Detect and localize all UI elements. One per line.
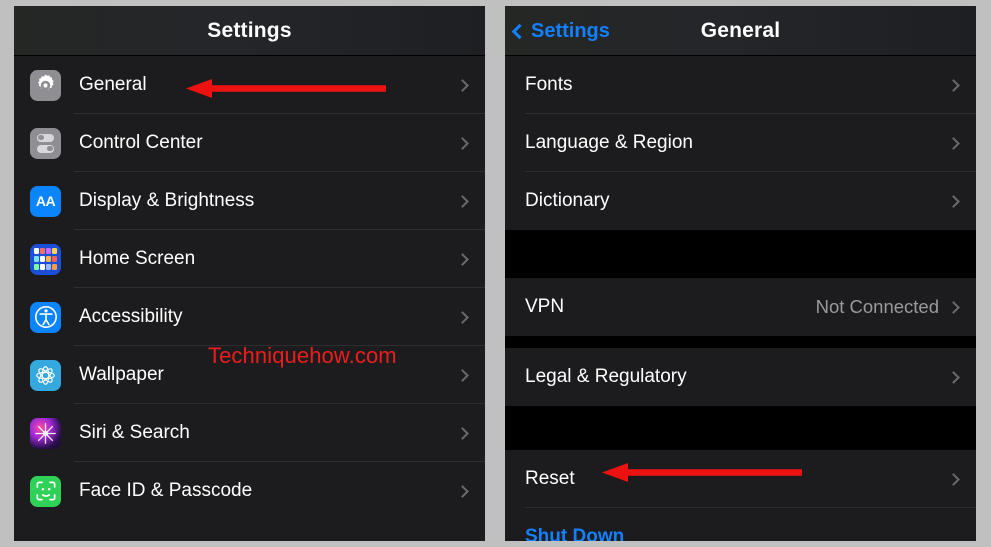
group-gap <box>505 406 976 450</box>
chevron-right-icon <box>947 78 960 92</box>
sidebar-item-label: General <box>79 74 147 95</box>
sidebar-item-label: Control Center <box>79 132 203 153</box>
list-item-label: Reset <box>525 468 575 489</box>
aa-text-icon: AA <box>30 185 61 217</box>
back-button-label: Settings <box>531 19 610 42</box>
list-item-shut-down[interactable]: Shut Down <box>505 508 976 541</box>
list-bottom-filler <box>14 520 485 541</box>
sidebar-item-siri-search[interactable]: Siri & Search <box>14 404 485 462</box>
sidebar-item-face-id-passcode[interactable]: Face ID & Passcode <box>14 462 485 520</box>
siri-icon <box>30 417 61 449</box>
group-gap <box>505 230 976 278</box>
toggles-icon <box>30 127 61 159</box>
settings-nav-bar: Settings <box>14 6 485 56</box>
list-item-dictionary[interactable]: Dictionary <box>505 172 976 230</box>
sidebar-item-control-center[interactable]: Control Center <box>14 114 485 172</box>
toggle-glyph-top <box>37 133 54 142</box>
chevron-right-icon <box>947 300 960 314</box>
group-gap <box>505 336 976 348</box>
list-item-label: Language & Region <box>525 132 693 153</box>
wallpaper-icon <box>30 359 61 391</box>
list-item-label: Shut Down <box>525 526 625 541</box>
sidebar-item-wallpaper[interactable]: Wallpaper <box>14 346 485 404</box>
back-to-settings-button[interactable]: Settings <box>511 6 610 56</box>
accessibility-icon <box>30 301 61 333</box>
chevron-right-icon <box>947 472 960 486</box>
chevron-right-icon <box>456 78 469 92</box>
sidebar-item-general[interactable]: General <box>14 56 485 114</box>
sidebar-item-display-brightness[interactable]: AA Display & Brightness <box>14 172 485 230</box>
general-nav-bar: Settings General <box>505 6 976 56</box>
list-item-label: Dictionary <box>525 190 610 211</box>
screenshot-stage: Settings General Control Center AA Displ… <box>0 0 991 547</box>
chevron-right-icon <box>947 194 960 208</box>
app-grid-icon <box>30 243 61 275</box>
list-item-vpn[interactable]: VPN Not Connected <box>505 278 976 336</box>
settings-root-panel: Settings General Control Center AA Displ… <box>14 6 485 541</box>
settings-list: General Control Center AA Display & Brig… <box>14 56 485 541</box>
page-title-settings: Settings <box>207 18 292 42</box>
page-title-general: General <box>700 18 781 42</box>
list-item-language-region[interactable]: Language & Region <box>505 114 976 172</box>
chevron-right-icon <box>456 368 469 382</box>
chevron-right-icon <box>456 252 469 266</box>
list-item-fonts[interactable]: Fonts <box>505 56 976 114</box>
general-detail-panel: Settings General Fonts Language & Region… <box>505 6 976 541</box>
chevron-left-icon <box>511 23 528 39</box>
chevron-right-icon <box>456 194 469 208</box>
chevron-right-icon <box>947 370 960 384</box>
list-item-label: VPN <box>525 296 565 317</box>
sidebar-item-label: Home Screen <box>79 248 196 269</box>
list-item-label: Fonts <box>525 74 573 95</box>
chevron-right-icon <box>456 426 469 440</box>
general-list: Fonts Language & Region Dictionary VPN N… <box>505 56 976 541</box>
chevron-right-icon <box>947 136 960 150</box>
sidebar-item-label: Siri & Search <box>79 422 190 443</box>
sidebar-item-label: Face ID & Passcode <box>79 480 253 501</box>
gear-icon <box>30 69 61 101</box>
chevron-right-icon <box>456 136 469 150</box>
sidebar-item-accessibility[interactable]: Accessibility <box>14 288 485 346</box>
sidebar-item-home-screen[interactable]: Home Screen <box>14 230 485 288</box>
list-item-legal-regulatory[interactable]: Legal & Regulatory <box>505 348 976 406</box>
toggle-glyph-bottom <box>37 144 54 153</box>
chevron-right-icon <box>456 310 469 324</box>
sidebar-item-label: Accessibility <box>79 306 183 327</box>
vpn-status-value: Not Connected <box>815 296 939 317</box>
list-item-reset[interactable]: Reset <box>505 450 976 508</box>
sidebar-item-label: Wallpaper <box>79 364 164 385</box>
sidebar-item-label: Display & Brightness <box>79 190 255 211</box>
chevron-right-icon <box>456 484 469 498</box>
face-id-icon <box>30 475 61 507</box>
list-item-label: Legal & Regulatory <box>525 366 687 387</box>
